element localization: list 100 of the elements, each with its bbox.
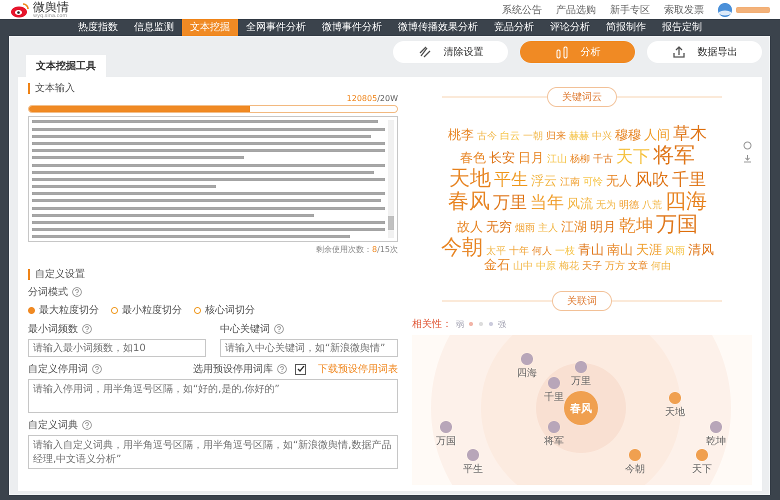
cloud-word: 江湖 <box>561 221 587 236</box>
header-link[interactable]: 产品选购 <box>556 2 596 17</box>
cloud-word: 江山 <box>547 154 567 165</box>
help-icon[interactable] <box>82 420 92 430</box>
cloud-word: 杨柳 <box>570 154 590 165</box>
radio-option[interactable]: 核心词切分 <box>194 303 255 318</box>
refresh-icon[interactable] <box>743 141 752 150</box>
cloud-word: 一枝 <box>555 246 575 258</box>
nav-tab[interactable]: 微博事件分析 <box>314 19 390 36</box>
cloud-word: 文章 <box>628 261 648 272</box>
cloud-word: 万方 <box>605 261 625 272</box>
node-dot[interactable] <box>467 449 479 462</box>
bar-chart-icon <box>554 45 568 60</box>
node-dot[interactable] <box>548 421 560 434</box>
cloud-word: 八荒 <box>642 200 662 212</box>
nav-tab[interactable]: 竞品分析 <box>486 19 542 36</box>
node-label: 乾坤 <box>706 436 726 448</box>
cloud-word: 主人 <box>538 223 558 234</box>
download-icon[interactable] <box>743 154 752 164</box>
cloud-word: 无穷 <box>486 221 512 236</box>
field-label: 自定义停用词 <box>28 362 88 376</box>
nav-tab[interactable]: 评论分析 <box>542 19 598 36</box>
cloud-word: 清风 <box>688 244 714 259</box>
remaining-uses-text: 剩余使用次数：8/15次 <box>315 244 398 256</box>
legend-strong: 强 <box>498 318 506 330</box>
section-title: 文本输入 <box>28 83 398 94</box>
legend-weak: 弱 <box>456 318 464 330</box>
logo-text: 微舆情 <box>33 0 69 14</box>
cloud-word: 天涯 <box>636 244 662 259</box>
cloud-word: 青山 <box>578 244 604 259</box>
cloud-word: 乾坤 <box>619 217 653 236</box>
cloud-word: 金石 <box>484 259 510 274</box>
cloud-word: 万国 <box>656 213 698 236</box>
cloud-word: 风流 <box>567 198 593 212</box>
cloud-word: 浮云 <box>531 174 557 190</box>
nav-tab[interactable]: 微博传播效果分析 <box>390 19 486 36</box>
user-name-drawing[interactable] <box>736 6 770 13</box>
center-node[interactable] <box>564 391 598 426</box>
cloud-word: 何由 <box>651 261 671 272</box>
nav-tab[interactable]: 简报制作 <box>598 19 654 36</box>
scrollbar[interactable] <box>388 120 394 238</box>
cloud-word: 一朝 <box>523 131 543 142</box>
cloud-word: 千里 <box>672 170 706 190</box>
nav-tab[interactable]: 全网事件分析 <box>238 19 314 36</box>
node-label: 平生 <box>463 464 483 476</box>
node-label: 天下 <box>692 464 712 476</box>
min-frequency-field[interactable]: 请输入最小词频数，如10 <box>28 339 206 358</box>
cloud-word: 南山 <box>607 244 633 259</box>
help-icon[interactable] <box>72 287 82 298</box>
cloud-word: 千古 <box>593 154 613 165</box>
node-dot[interactable] <box>696 449 708 462</box>
cloud-word: 四海 <box>665 190 707 214</box>
radio-option[interactable]: 最小粒度切分 <box>111 303 182 318</box>
node-label: 四海 <box>517 368 537 380</box>
preset-checkbox[interactable] <box>295 364 306 375</box>
header-link[interactable]: 系统公告 <box>502 2 542 17</box>
header-link[interactable]: 新手专区 <box>610 2 650 17</box>
cloud-word: 明月 <box>590 221 616 236</box>
cloud-word: 草木 <box>673 125 707 144</box>
nav-tab[interactable]: 信息监测 <box>126 19 182 36</box>
help-icon[interactable] <box>274 324 284 334</box>
node-dot[interactable] <box>440 421 452 434</box>
field-label: 自定义词典 <box>28 418 78 432</box>
node-dot[interactable] <box>521 353 533 366</box>
header-link[interactable]: 索取发票 <box>664 2 704 17</box>
help-icon[interactable] <box>82 324 92 334</box>
center-keyword-field[interactable]: 请输入中心关键词，如“新浪微舆情” <box>220 339 398 358</box>
dictionary-field[interactable]: 请输入自定义词典，用半角逗号区隔，用半角逗号区隔，如“新浪微舆情,数据产品经理,中文语义分析” <box>28 435 398 470</box>
cloud-word: 明德 <box>619 200 639 212</box>
export-button[interactable]: 数据导出 <box>647 41 762 64</box>
node-dot[interactable] <box>669 392 681 404</box>
cloud-word: 可怜 <box>583 176 603 188</box>
legend-scale-icon <box>468 321 494 328</box>
nav-tab[interactable]: 报告定制 <box>654 19 710 36</box>
tool-tab[interactable]: 文本挖掘工具 <box>26 55 106 78</box>
cloud-word: 天子 <box>582 261 602 272</box>
cloud-word: 归来 <box>546 131 566 142</box>
avatar-icon[interactable] <box>718 2 732 17</box>
stopwords-field[interactable]: 请输入停用词，用半角逗号区隔，如“好的,是的,你好的” <box>28 379 398 414</box>
cloud-word: 将军 <box>653 144 695 167</box>
field-label: 选用预设停用词库 <box>193 362 273 376</box>
cloud-word: 无为 <box>596 200 616 212</box>
cloud-word: 山中 <box>513 261 533 272</box>
help-icon[interactable] <box>92 364 102 374</box>
cloud-word: 人间 <box>644 129 670 144</box>
node-dot[interactable] <box>548 377 560 390</box>
field-label: 中心关键词 <box>220 322 270 336</box>
cloud-word: 中兴 <box>592 131 612 142</box>
node-dot[interactable] <box>575 361 587 374</box>
cloud-word: 桃李 <box>448 129 474 144</box>
cloud-word: 烟雨 <box>515 223 535 234</box>
node-dot[interactable] <box>629 449 641 462</box>
cloud-word: 天下 <box>616 148 650 167</box>
cloud-word: 何人 <box>532 246 552 258</box>
node-dot[interactable] <box>710 421 722 434</box>
help-icon[interactable] <box>277 364 287 374</box>
radio-option[interactable]: 最大粒度切分 <box>28 303 99 318</box>
nav-tab[interactable]: 热度指数 <box>70 19 126 36</box>
clear-settings-button[interactable]: 清除设置 <box>393 41 508 64</box>
cloud-word: 日月 <box>518 152 544 166</box>
